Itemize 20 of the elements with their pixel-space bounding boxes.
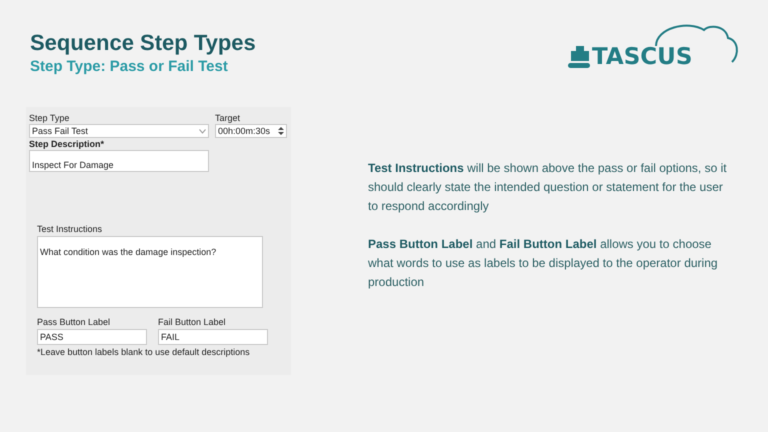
instructions-field[interactable]: What condition was the damage inspection?	[37, 236, 263, 308]
label-field[interactable]: FAIL	[158, 329, 268, 345]
hint-text: *Leave button labels blank to use default descriptions	[37, 347, 251, 358]
label-field[interactable]: PASS	[37, 329, 147, 345]
slide-title: Sequence Step Types	[30, 30, 256, 56]
slide-subtitle: Step Type: Pass or Fail Test	[30, 57, 229, 77]
field-label: Test Instructions	[37, 224, 104, 235]
logo-drawing: TASCUS	[568, 18, 740, 70]
chevron-icon	[199, 128, 206, 134]
field-label: Fail Button Label	[158, 317, 227, 328]
target-spinner[interactable]: 00h:00m:30s	[215, 124, 287, 138]
description-paragraph: Pass Button Label and Fail Button Label allows you to choose what words to use as labels to be displayed to the operator during production	[368, 236, 719, 291]
description-field[interactable]: Inspect For Damage	[29, 150, 209, 172]
field-label: Pass Button Label	[37, 317, 112, 328]
description-paragraph: Test Instructions will be shown above the pass or fail options, so it should clearly state the intended question or statement for the user to respond accordingly	[368, 160, 728, 215]
field-label: Step Description*	[29, 139, 106, 150]
step-type-dropdown[interactable]: Pass Fail Test	[29, 124, 209, 138]
spinner-arrows-icon	[277, 126, 285, 136]
field-label: Step Type	[29, 113, 70, 124]
field-label: Target	[215, 113, 242, 124]
